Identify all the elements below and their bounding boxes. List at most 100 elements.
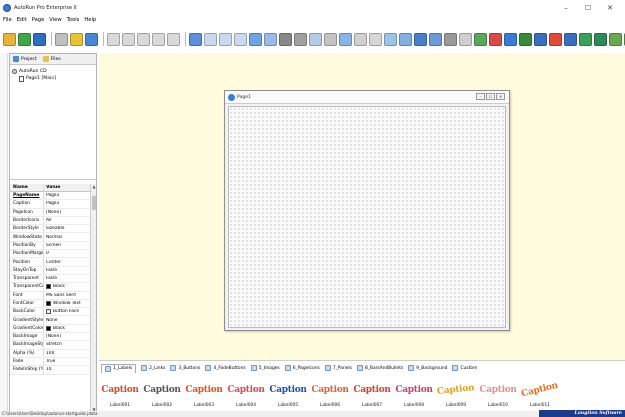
property-value[interactable]: Stretch [44,342,96,347]
close-button[interactable]: ✕ [599,4,621,12]
maximize-button[interactable]: ☐ [577,4,599,12]
toolbar-button-icon[interactable] [249,32,262,46]
property-value[interactable]: Screen [44,243,96,248]
menu-view[interactable]: View [49,17,61,23]
toolbar-button-icon[interactable] [55,32,68,46]
page-design-canvas[interactable] [228,106,506,328]
toolbar-button-icon[interactable] [549,32,562,46]
gallery-tab[interactable]: 7_Panels [324,365,352,371]
property-row[interactable]: BorderStyle Sizeable [10,225,96,234]
property-row[interactable]: Transparent False [10,274,96,284]
property-value[interactable]: True [44,359,96,364]
toolbar-button-icon[interactable] [459,32,472,46]
property-row[interactable]: Caption Page1 [10,200,96,209]
gallery-tab[interactable]: 8_BarsAndBullets [356,365,403,371]
toolbar-button-icon[interactable] [294,32,307,46]
page-close-button[interactable]: ✕ [496,93,505,100]
property-value[interactable]: 10 [44,367,96,372]
toolbar-button-icon[interactable] [429,32,442,46]
toolbar-button-icon[interactable] [324,32,337,46]
toolbar-button-icon[interactable] [279,32,292,46]
property-value[interactable]: MS Sans Serif [44,293,96,298]
toolbar-button-icon[interactable] [167,32,180,46]
menu-tools[interactable]: Tools [67,17,80,23]
menu-help[interactable]: Help [84,17,96,23]
property-row[interactable]: FadeInStep (%) 10 [10,366,96,375]
property-row[interactable]: PositionMargin 0 [10,250,96,259]
tree-node-page1[interactable]: Page1 [Main] [12,75,94,82]
toolbar-button-icon[interactable] [564,32,577,46]
property-row[interactable]: Alpha (%) 100 [10,349,96,358]
toolbar-button-icon[interactable] [414,32,427,46]
property-value[interactable]: Page1 [44,193,96,198]
toolbar-button-icon[interactable] [594,32,607,46]
toolbar-button-icon[interactable] [18,32,31,46]
property-row[interactable]: TransparentCol Black [10,283,96,292]
property-row[interactable]: BackImageStyleStretch [10,341,96,350]
toolbar-button-icon[interactable] [489,32,502,46]
properties-scrollbar[interactable]: ▲ ▼ [90,184,96,412]
toolbar-button-icon[interactable] [204,32,217,46]
scroll-up-icon[interactable]: ▲ [91,184,96,189]
toolbar-button-icon[interactable] [534,32,547,46]
property-value[interactable]: Center [44,260,96,265]
page-window-titlebar[interactable]: Page1 – ☐ ✕ [225,91,509,104]
toolbar-button-icon[interactable] [339,32,352,46]
gallery-tab[interactable]: 1_Labels [101,363,137,373]
property-row[interactable]: BackColor Button Face [10,308,96,317]
property-row[interactable]: Position Center [10,258,96,267]
gallery-tab[interactable]: 4_FadeButtons [205,365,246,371]
toolbar-button-icon[interactable] [579,32,592,46]
property-row[interactable]: PositionBy Screen [10,241,96,251]
toolbar-button-icon[interactable] [152,32,165,46]
gallery-tab[interactable]: 6_PageIcons [284,365,320,371]
toolbar-button-icon[interactable] [189,32,202,46]
property-value[interactable]: Window Text [44,301,96,306]
property-row[interactable]: PageIcon [None] [10,208,96,217]
menu-page[interactable]: Page [32,17,45,23]
property-row[interactable]: StayOnTop False [10,266,96,275]
property-value[interactable]: [None] [44,334,96,339]
toolbar-button-icon[interactable] [264,32,277,46]
toolbar-button-icon[interactable] [474,32,487,46]
property-row[interactable]: WindowState Normal [10,233,96,242]
property-value[interactable]: Page1 [44,201,96,206]
property-value[interactable]: Normal [44,235,96,240]
toolbar-button-icon[interactable] [107,32,120,46]
property-value[interactable]: 100 [44,351,96,356]
page-minimize-button[interactable]: – [476,93,485,100]
toolbar-button-icon[interactable] [444,32,457,46]
property-value[interactable]: Button Face [44,309,96,315]
gallery-tab[interactable]: 9_Background [408,365,447,371]
toolbar-button-icon[interactable] [234,32,247,46]
toolbar-button-icon[interactable] [33,32,46,46]
property-row[interactable]: BorderIcons All [10,216,96,226]
menu-file[interactable]: File [3,17,12,23]
property-value[interactable]: Black [44,284,96,290]
minimize-button[interactable]: – [555,4,577,12]
property-value[interactable]: 0 [44,251,96,256]
toolbar-button-icon[interactable] [309,32,322,46]
toolbar-button-icon[interactable] [609,32,622,46]
property-value[interactable]: [None] [44,210,96,215]
toolbar-button-icon[interactable] [504,32,517,46]
toolbar-button-icon[interactable] [3,32,16,46]
property-row[interactable]: GradientColor Black [10,324,96,334]
gallery-tab[interactable]: 2_Links [141,365,165,371]
toolbar-button-icon[interactable] [384,32,397,46]
gallery-tab[interactable]: 5_Images [250,365,280,371]
toolbar-button-icon[interactable] [122,32,135,46]
tree-node-root[interactable]: AutoRun CD [12,68,94,75]
toolbar-button-icon[interactable] [399,32,412,46]
toolbar-button-icon[interactable] [70,32,83,46]
tab-files[interactable]: Files [40,54,64,65]
page-window[interactable]: Page1 – ☐ ✕ [224,90,510,331]
property-row[interactable]: FontColor Window Text [10,299,96,309]
gallery-tab[interactable]: Custom [452,365,477,371]
toolbar-button-icon[interactable] [219,32,232,46]
tab-project[interactable]: Project [10,54,40,65]
property-row[interactable]: GradientStyle None [10,316,96,325]
menu-edit[interactable]: Edit [17,17,27,23]
scroll-thumb[interactable] [92,196,96,210]
property-row[interactable]: Font MS Sans Serif [10,291,96,300]
